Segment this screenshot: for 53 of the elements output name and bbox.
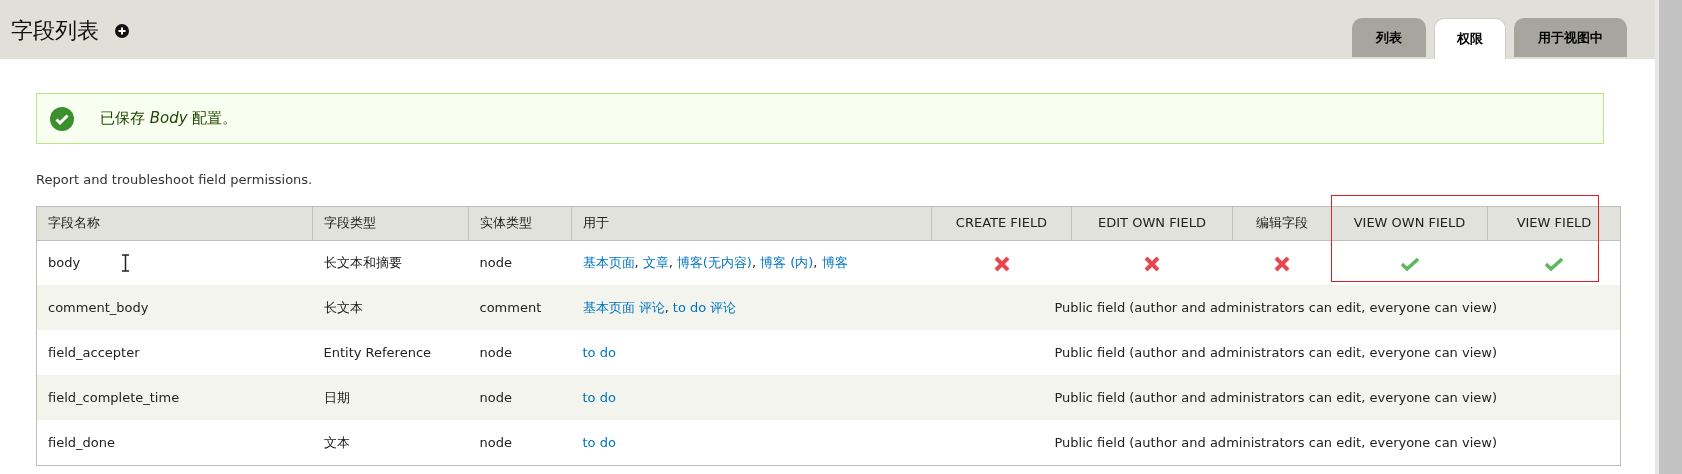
column-header: 用于: [571, 206, 932, 240]
column-header: CREATE FIELD: [931, 206, 1072, 240]
table-cell: node: [468, 330, 572, 375]
bundle-link[interactable]: 博客 (内): [760, 255, 814, 270]
bundle-link[interactable]: to do 评论: [672, 299, 737, 315]
table-cell: Public field (author and administrators can edit, everyone can view): [931, 375, 1621, 420]
add-icon[interactable]: [115, 23, 129, 38]
bundle-link[interactable]: 博客: [821, 255, 848, 270]
check-circle-icon: [50, 106, 74, 131]
column-header: 字段名称: [36, 206, 313, 240]
bundle-link[interactable]: 基本页面 评论: [582, 299, 665, 315]
separator-comma: ,: [813, 255, 818, 270]
tab[interactable]: 列表: [1352, 18, 1426, 57]
table-cell: node: [468, 375, 572, 420]
message-text: 已保存 Body 配置。: [100, 108, 238, 130]
text-cursor-icon: [122, 253, 129, 272]
table-cell: comment: [468, 285, 572, 330]
table-cell: body: [36, 240, 313, 285]
table-cell: field_accepter: [36, 330, 313, 375]
separator-comma: ,: [634, 255, 639, 270]
scrollbar[interactable]: [1655, 0, 1682, 474]
table-cell: Entity Reference: [312, 330, 469, 375]
table-cell: Public field (author and administrators can edit, everyone can view): [931, 285, 1621, 330]
column-header: EDIT OWN FIELD: [1071, 206, 1233, 240]
bundle-link[interactable]: 基本页面: [582, 255, 635, 270]
table-cell: comment_body: [36, 285, 313, 330]
bundle-link[interactable]: to do: [582, 344, 616, 360]
table-cell: node: [468, 240, 572, 285]
page-title: 字段列表: [11, 17, 99, 45]
column-header: 编辑字段: [1232, 206, 1332, 240]
table-cell: 日期: [312, 375, 469, 420]
bundle-link[interactable]: 文章: [642, 255, 669, 270]
table-cell: 长文本: [312, 285, 469, 330]
separator-comma: ,: [664, 299, 669, 315]
table-cell: field_done: [36, 420, 313, 465]
bundle-link[interactable]: to do: [582, 434, 616, 450]
column-header: VIEW FIELD: [1487, 206, 1621, 240]
tab[interactable]: 权限: [1434, 18, 1506, 59]
bundle-link[interactable]: to do: [582, 389, 616, 405]
table-cell: 文本: [312, 420, 469, 465]
table-cell: 长文本和摘要: [312, 240, 469, 285]
column-header: 字段类型: [312, 206, 469, 240]
tab[interactable]: 用于视图中: [1514, 18, 1627, 57]
table-cell: field_complete_time: [36, 375, 313, 420]
table-cell: Public field (author and administrators can edit, everyone can view): [931, 330, 1621, 375]
bundle-link[interactable]: 博客(无内容): [676, 255, 752, 270]
separator-comma: ,: [751, 255, 757, 270]
separator-comma: ,: [668, 255, 673, 270]
column-header: VIEW OWN FIELD: [1331, 206, 1488, 240]
table-cell: Public field (author and administrators can edit, everyone can view): [931, 420, 1621, 465]
description-text: Report and troubleshoot field permissions.: [36, 171, 314, 189]
table-cell: node: [468, 420, 572, 465]
column-header: 实体类型: [468, 206, 572, 240]
